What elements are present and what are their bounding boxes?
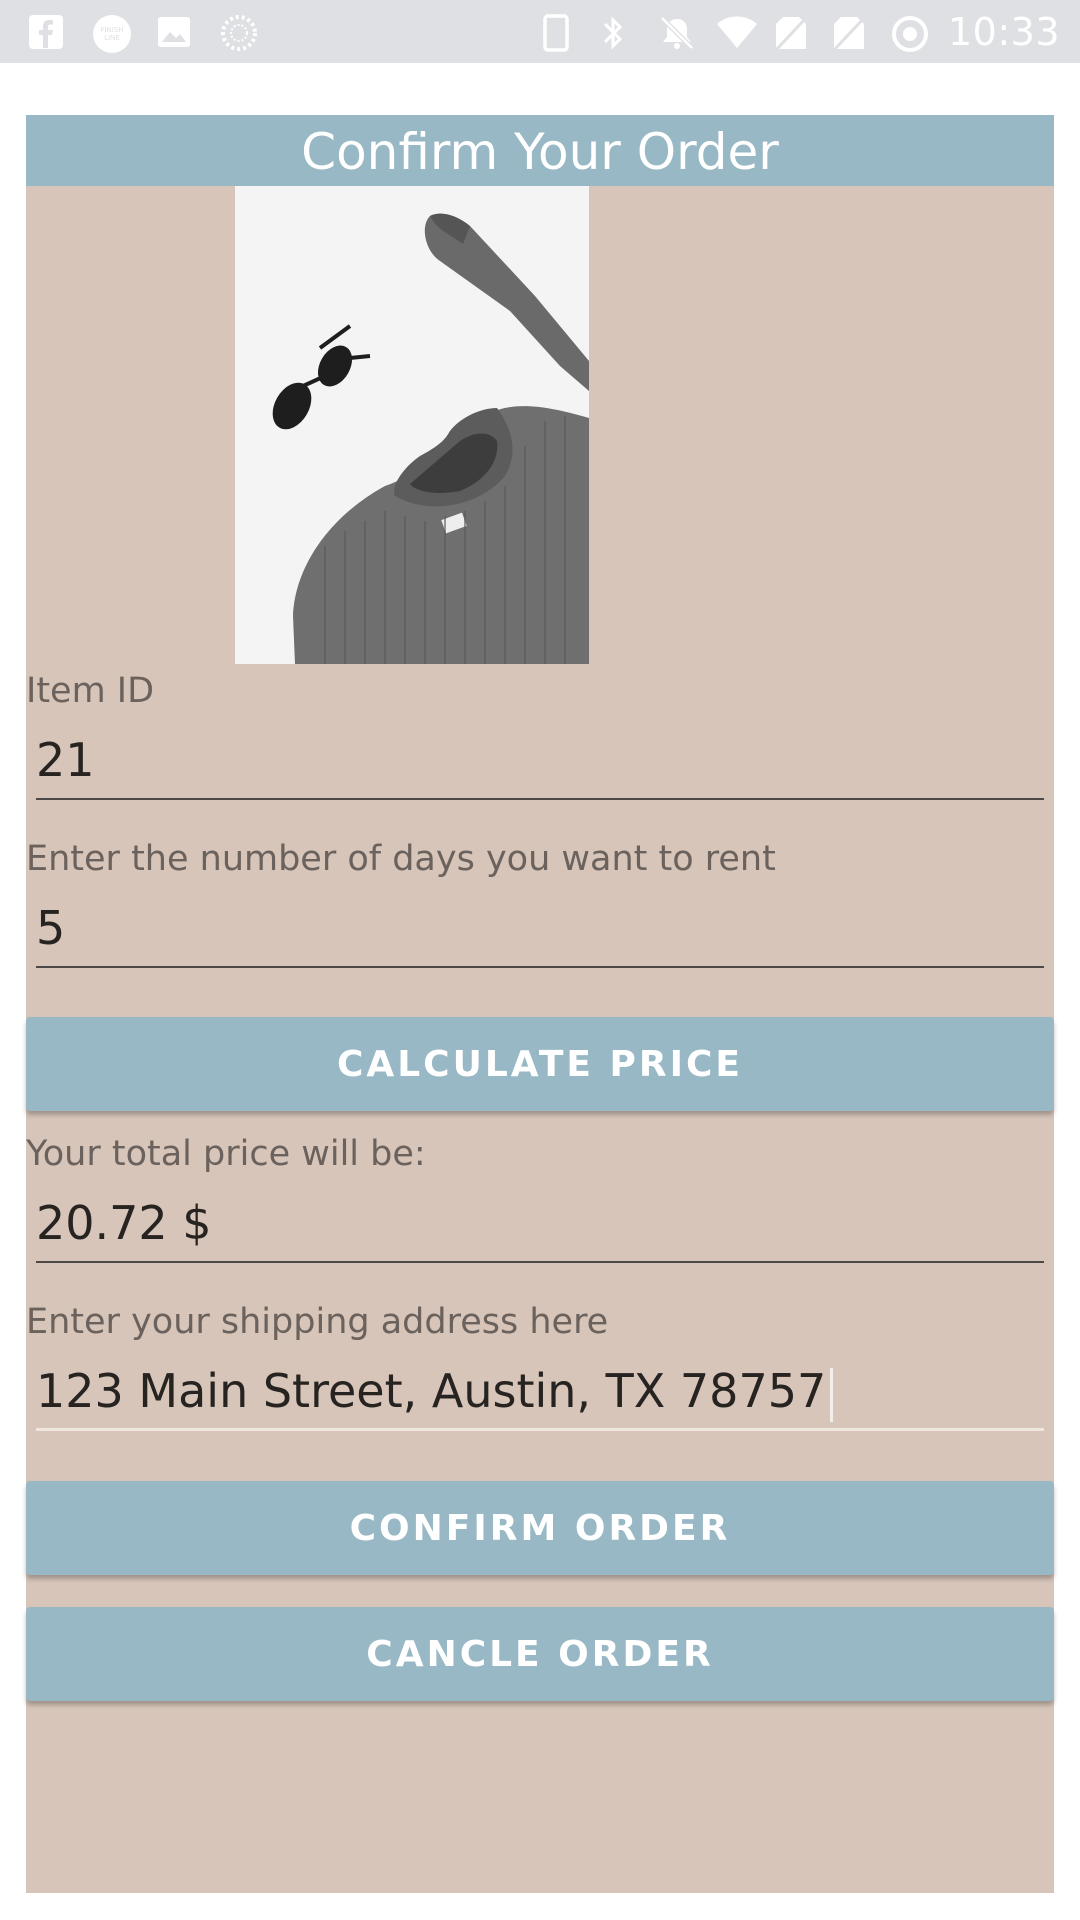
loading-icon <box>220 14 257 51</box>
confirm-order-button[interactable]: CONFIRM ORDER <box>26 1481 1054 1575</box>
text-cursor <box>830 1367 834 1422</box>
shipping-address-value: 123 Main Street, Austin, TX 78757 <box>36 1364 827 1418</box>
phone-icon <box>542 14 578 52</box>
svg-text:FINISH: FINISH <box>100 26 123 34</box>
sync-icon <box>890 14 928 52</box>
total-price-field[interactable]: 20.72 $ <box>36 1183 1044 1263</box>
status-bar-left: FINISH LINE <box>28 12 257 53</box>
product-image <box>235 186 589 664</box>
order-card: Confirm Your Order Item ID 21 Enter the … <box>26 115 1054 1893</box>
svg-text:LINE: LINE <box>104 34 120 42</box>
no-sim-icon <box>774 14 810 52</box>
price-label: Your total price will be: <box>26 1134 426 1174</box>
address-label: Enter your shipping address here <box>26 1302 609 1342</box>
wifi-icon <box>716 14 757 50</box>
rental-days-field[interactable]: 5 <box>36 888 1044 968</box>
bluetooth-icon <box>600 14 636 50</box>
status-bar: FINISH LINE 10:33 <box>0 0 1080 63</box>
finish-line-icon: FINISH LINE <box>92 14 131 53</box>
mute-icon <box>658 14 694 50</box>
days-label: Enter the number of days you want to ren… <box>26 839 776 879</box>
page-title: Confirm Your Order <box>26 115 1054 186</box>
item-id-label: Item ID <box>26 671 155 711</box>
facebook-icon <box>28 14 64 50</box>
image-icon <box>156 14 192 50</box>
cancel-order-button[interactable]: CANCLE ORDER <box>26 1607 1054 1701</box>
item-id-field[interactable]: 21 <box>36 720 1044 800</box>
status-bar-right: 10:33 <box>542 10 1060 54</box>
no-sim-icon <box>832 14 868 52</box>
status-time: 10:33 <box>947 10 1060 54</box>
calculate-price-button[interactable]: CALCULATE PRICE <box>26 1017 1054 1111</box>
shipping-address-field[interactable]: 123 Main Street, Austin, TX 78757 <box>36 1351 1044 1431</box>
